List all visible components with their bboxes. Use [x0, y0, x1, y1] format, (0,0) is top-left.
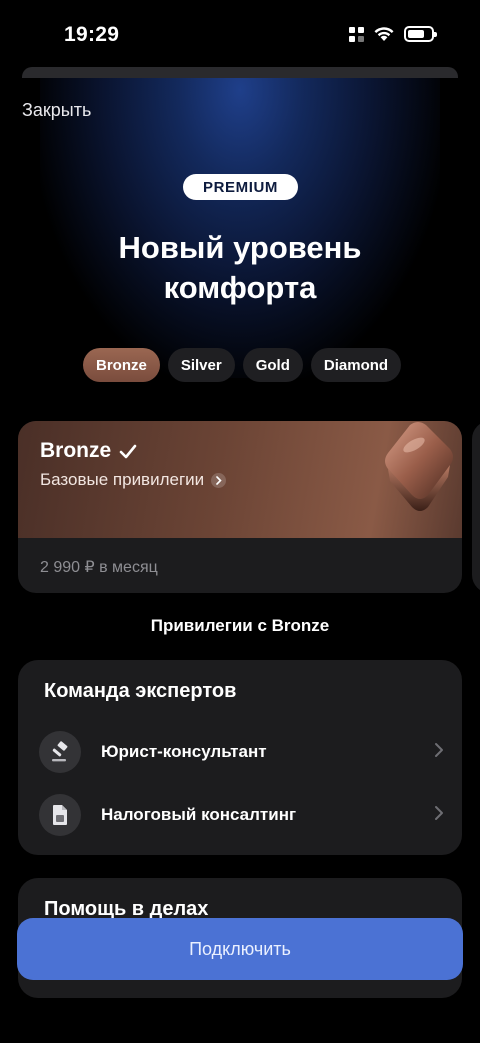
privilege-group-experts: Команда экспертов Юрист-консультант Нало…: [18, 660, 462, 855]
tier-chip-bronze[interactable]: Bronze: [83, 348, 160, 382]
privilege-row-label: Юрист-консультант: [101, 742, 267, 761]
tier-card-name: Bronze: [40, 439, 112, 462]
privilege-row-label: Налоговый консалтинг: [101, 805, 297, 824]
tier-card-bronze[interactable]: Bronze Базовые привилегии 2 990 ₽ в меся…: [18, 421, 462, 593]
privilege-group-title: Команда экспертов: [44, 680, 237, 702]
chevron-right-icon: [435, 806, 443, 820]
close-button[interactable]: Закрыть: [22, 100, 91, 121]
tier-card-next-peek[interactable]: [472, 421, 480, 593]
premium-sheet[interactable]: Закрыть PREMIUM Новый уровень комфорта B…: [0, 78, 480, 1043]
bronze-gem-icon: [385, 422, 453, 511]
status-bar: 19:29: [0, 0, 480, 70]
gavel-icon: [39, 731, 81, 773]
chevron-right-icon: [435, 743, 443, 757]
status-time: 19:29: [64, 23, 120, 46]
page-title-line-2: комфорта: [163, 270, 317, 305]
tier-card-price: 2 990 ₽ в месяц: [40, 559, 158, 576]
battery-icon: [404, 26, 437, 42]
tier-chip-silver[interactable]: Silver: [167, 348, 235, 382]
connect-button[interactable]: Подключить: [17, 918, 463, 980]
privileges-caption: Привилегии с Bronze: [150, 616, 330, 635]
page-title: Новый уровень комфорта: [0, 228, 480, 308]
page-title-line-1: Новый уровень: [118, 230, 362, 265]
tier-card-title: Bronze: [40, 439, 137, 463]
tier-selector: Bronze Silver Gold Diamond: [83, 348, 402, 382]
cellular-signal-icon: [349, 26, 364, 42]
status-icons: [349, 26, 437, 42]
tax-document-icon: [39, 794, 81, 836]
tier-card-subtitle: Базовые привилегии: [40, 470, 205, 489]
premium-badge: PREMIUM: [183, 174, 298, 200]
tier-card-subtitle-link[interactable]: Базовые привилегии: [40, 470, 227, 490]
checkmark-icon: [119, 444, 137, 458]
chevron-right-icon: [211, 472, 227, 488]
privilege-row-lawyer[interactable]: Юрист-консультант: [18, 727, 462, 777]
tier-chip-diamond[interactable]: Diamond: [310, 348, 402, 382]
privilege-row-tax-consulting[interactable]: Налоговый консалтинг: [18, 790, 462, 840]
wifi-icon: [374, 27, 394, 41]
tier-chip-gold[interactable]: Gold: [242, 348, 303, 382]
